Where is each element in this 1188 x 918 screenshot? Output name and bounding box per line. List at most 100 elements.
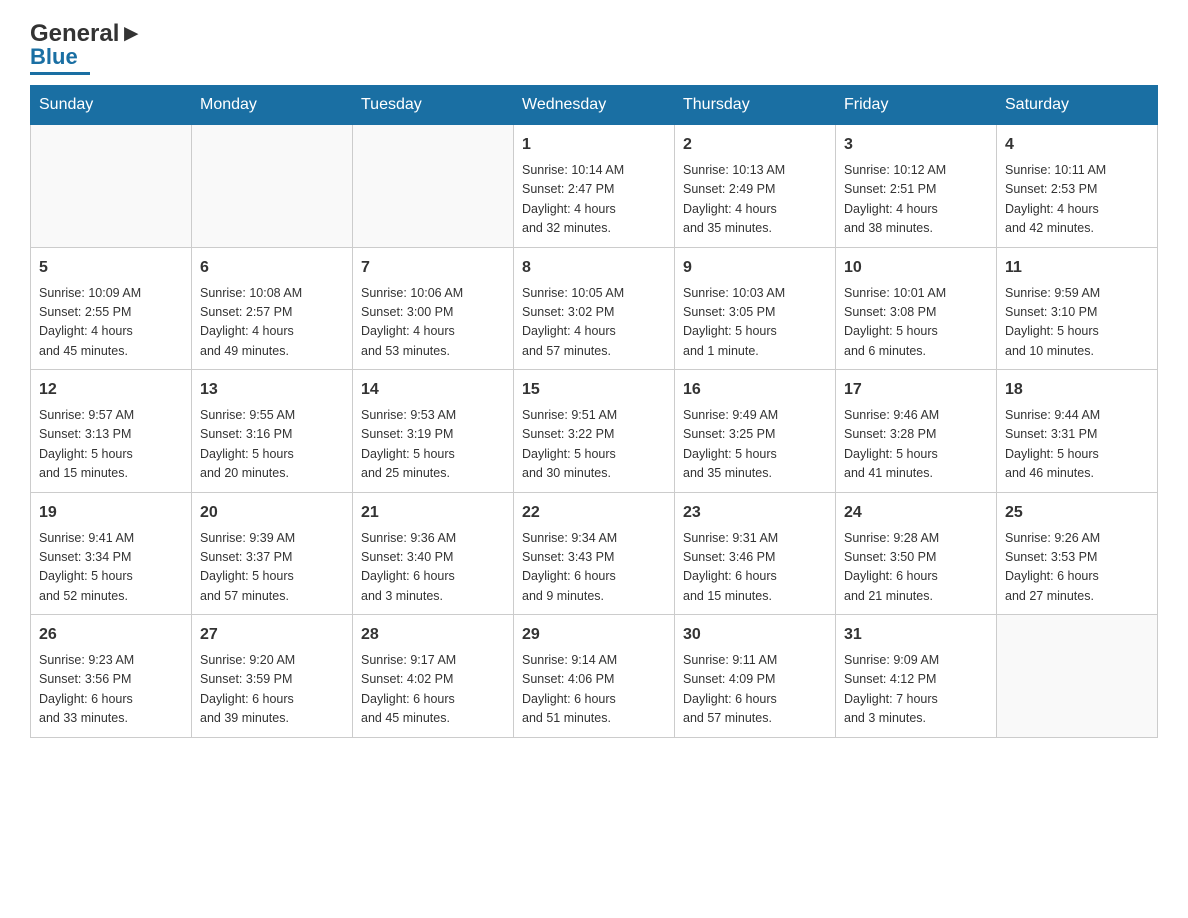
calendar-cell: 27Sunrise: 9:20 AM Sunset: 3:59 PM Dayli…: [192, 615, 353, 738]
day-number: 28: [361, 623, 505, 647]
day-number: 12: [39, 378, 183, 402]
calendar-week-3: 12 Sunrise: 9:57 AM Sunset: 3:13 PM Dayli…: [31, 370, 1158, 493]
day-number: 11: [1005, 256, 1149, 280]
day-header-thursday: Thursday: [675, 86, 836, 125]
day-number: 4: [1005, 133, 1149, 157]
day-info: Sunrise: 10:05 AM Sunset: 3:02 PM Daylig…: [522, 284, 666, 362]
calendar-cell: 29 Sunrise: 9:14 AM Sunset: 4:06 PM Dayli…: [514, 615, 675, 738]
day-number: 6: [200, 256, 344, 280]
day-number: 15: [522, 378, 666, 402]
day-info: Sunrise: 10:06 AM Sunset: 3:00 PM Daylig…: [361, 284, 505, 362]
day-number: 19: [39, 501, 183, 525]
day-number: 20: [200, 501, 344, 525]
day-info: Sunrise: 9:57 AM Sunset: 3:13 PM Dayligh…: [39, 406, 183, 484]
day-info: Sunrise: 9:51 AM Sunset: 3:22 PM Dayligh…: [522, 406, 666, 484]
day-number: 26: [39, 623, 183, 647]
calendar-cell: 22 Sunrise: 9:34 AM Sunset: 3:43 PM Dayli…: [514, 492, 675, 615]
calendar-week-5: 26 Sunrise: 9:23 AM Sunset: 3:56 PM Dayli…: [31, 615, 1158, 738]
calendar-cell: 5Sunrise: 10:09 AM Sunset: 2:55 PM Dayli…: [31, 247, 192, 370]
day-number: 10: [844, 256, 988, 280]
calendar-cell: 20 Sunrise: 9:39 AM Sunset: 3:37 PM Dayli…: [192, 492, 353, 615]
day-number: 7: [361, 256, 505, 280]
calendar-cell: [192, 125, 353, 248]
day-info: Sunrise: 9:23 AM Sunset: 3:56 PM Dayligh…: [39, 651, 183, 729]
calendar-week-1: 1 Sunrise: 10:14 AM Sunset: 2:47 PM Dayli…: [31, 125, 1158, 248]
calendar-cell: [31, 125, 192, 248]
day-info: Sunrise: 10:12 AM Sunset: 2:51 PM Daylig…: [844, 161, 988, 239]
calendar-cell: 10Sunrise: 10:01 AM Sunset: 3:08 PM Dayl…: [836, 247, 997, 370]
day-info: Sunrise: 9:55 AM Sunset: 3:16 PM Dayligh…: [200, 406, 344, 484]
calendar-cell: 31 Sunrise: 9:09 AM Sunset: 4:12 PM Dayli…: [836, 615, 997, 738]
logo: General► Blue: [30, 20, 143, 75]
day-info: Sunrise: 10:08 AM Sunset: 2:57 PM Daylig…: [200, 284, 344, 362]
day-info: Sunrise: 9:14 AM Sunset: 4:06 PM Dayligh…: [522, 651, 666, 729]
day-info: Sunrise: 9:26 AM Sunset: 3:53 PM Dayligh…: [1005, 529, 1149, 607]
day-info: Sunrise: 9:59 AM Sunset: 3:10 PM Dayligh…: [1005, 284, 1149, 362]
calendar-cell: 25 Sunrise: 9:26 AM Sunset: 3:53 PM Dayli…: [997, 492, 1158, 615]
day-number: 13: [200, 378, 344, 402]
day-info: Sunrise: 10:13 AM Sunset: 2:49 PM Daylig…: [683, 161, 827, 239]
day-header-monday: Monday: [192, 86, 353, 125]
calendar-cell: 7 Sunrise: 10:06 AM Sunset: 3:00 PM Dayli…: [353, 247, 514, 370]
calendar-cell: [997, 615, 1158, 738]
calendar-cell: 17 Sunrise: 9:46 AM Sunset: 3:28 PM Dayli…: [836, 370, 997, 493]
day-number: 3: [844, 133, 988, 157]
day-number: 14: [361, 378, 505, 402]
calendar-cell: 15 Sunrise: 9:51 AM Sunset: 3:22 PM Dayli…: [514, 370, 675, 493]
day-info: Sunrise: 9:39 AM Sunset: 3:37 PM Dayligh…: [200, 529, 344, 607]
calendar-cell: 6 Sunrise: 10:08 AM Sunset: 2:57 PM Dayli…: [192, 247, 353, 370]
day-header-friday: Friday: [836, 86, 997, 125]
day-number: 5: [39, 256, 183, 280]
calendar-cell: 12 Sunrise: 9:57 AM Sunset: 3:13 PM Dayli…: [31, 370, 192, 493]
day-header-tuesday: Tuesday: [353, 86, 514, 125]
day-number: 24: [844, 501, 988, 525]
day-info: Sunrise: 9:20 AM Sunset: 3:59 PM Dayligh…: [200, 651, 344, 729]
calendar-cell: 23Sunrise: 9:31 AM Sunset: 3:46 PM Dayli…: [675, 492, 836, 615]
calendar-cell: 2 Sunrise: 10:13 AM Sunset: 2:49 PM Dayli…: [675, 125, 836, 248]
day-number: 21: [361, 501, 505, 525]
calendar-cell: 13 Sunrise: 9:55 AM Sunset: 3:16 PM Dayli…: [192, 370, 353, 493]
day-number: 17: [844, 378, 988, 402]
day-info: Sunrise: 9:41 AM Sunset: 3:34 PM Dayligh…: [39, 529, 183, 607]
calendar-header-row: SundayMondayTuesdayWednesdayThursdayFrid…: [31, 86, 1158, 125]
calendar-cell: [353, 125, 514, 248]
day-info: Sunrise: 9:34 AM Sunset: 3:43 PM Dayligh…: [522, 529, 666, 607]
day-number: 29: [522, 623, 666, 647]
day-number: 16: [683, 378, 827, 402]
calendar-cell: 11 Sunrise: 9:59 AM Sunset: 3:10 PM Dayli…: [997, 247, 1158, 370]
calendar-cell: 18Sunrise: 9:44 AM Sunset: 3:31 PM Dayli…: [997, 370, 1158, 493]
calendar-cell: 8 Sunrise: 10:05 AM Sunset: 3:02 PM Dayli…: [514, 247, 675, 370]
day-number: 31: [844, 623, 988, 647]
calendar-cell: 14Sunrise: 9:53 AM Sunset: 3:19 PM Dayli…: [353, 370, 514, 493]
day-info: Sunrise: 10:11 AM Sunset: 2:53 PM Daylig…: [1005, 161, 1149, 239]
day-number: 2: [683, 133, 827, 157]
calendar-week-4: 19 Sunrise: 9:41 AM Sunset: 3:34 PM Dayli…: [31, 492, 1158, 615]
day-number: 9: [683, 256, 827, 280]
day-number: 8: [522, 256, 666, 280]
calendar-cell: 19 Sunrise: 9:41 AM Sunset: 3:34 PM Dayli…: [31, 492, 192, 615]
day-info: Sunrise: 9:36 AM Sunset: 3:40 PM Dayligh…: [361, 529, 505, 607]
day-number: 22: [522, 501, 666, 525]
day-info: Sunrise: 9:28 AM Sunset: 3:50 PM Dayligh…: [844, 529, 988, 607]
calendar-cell: 3 Sunrise: 10:12 AM Sunset: 2:51 PM Dayli…: [836, 125, 997, 248]
day-number: 23: [683, 501, 827, 525]
calendar-cell: 9Sunrise: 10:03 AM Sunset: 3:05 PM Dayli…: [675, 247, 836, 370]
calendar-cell: 1 Sunrise: 10:14 AM Sunset: 2:47 PM Dayli…: [514, 125, 675, 248]
day-info: Sunrise: 10:14 AM Sunset: 2:47 PM Daylig…: [522, 161, 666, 239]
logo-blue: Blue: [30, 44, 78, 70]
page-header: General► Blue: [30, 20, 1158, 75]
calendar-week-2: 5Sunrise: 10:09 AM Sunset: 2:55 PM Dayli…: [31, 247, 1158, 370]
day-info: Sunrise: 9:11 AM Sunset: 4:09 PM Dayligh…: [683, 651, 827, 729]
day-number: 25: [1005, 501, 1149, 525]
day-info: Sunrise: 9:49 AM Sunset: 3:25 PM Dayligh…: [683, 406, 827, 484]
day-info: Sunrise: 9:09 AM Sunset: 4:12 PM Dayligh…: [844, 651, 988, 729]
day-number: 1: [522, 133, 666, 157]
calendar-cell: 28 Sunrise: 9:17 AM Sunset: 4:02 PM Dayli…: [353, 615, 514, 738]
day-info: Sunrise: 9:17 AM Sunset: 4:02 PM Dayligh…: [361, 651, 505, 729]
calendar-cell: 16 Sunrise: 9:49 AM Sunset: 3:25 PM Dayli…: [675, 370, 836, 493]
calendar-cell: 26 Sunrise: 9:23 AM Sunset: 3:56 PM Dayli…: [31, 615, 192, 738]
day-number: 30: [683, 623, 827, 647]
calendar-table: SundayMondayTuesdayWednesdayThursdayFrid…: [30, 85, 1158, 738]
logo-underline: [30, 72, 90, 75]
day-info: Sunrise: 9:46 AM Sunset: 3:28 PM Dayligh…: [844, 406, 988, 484]
